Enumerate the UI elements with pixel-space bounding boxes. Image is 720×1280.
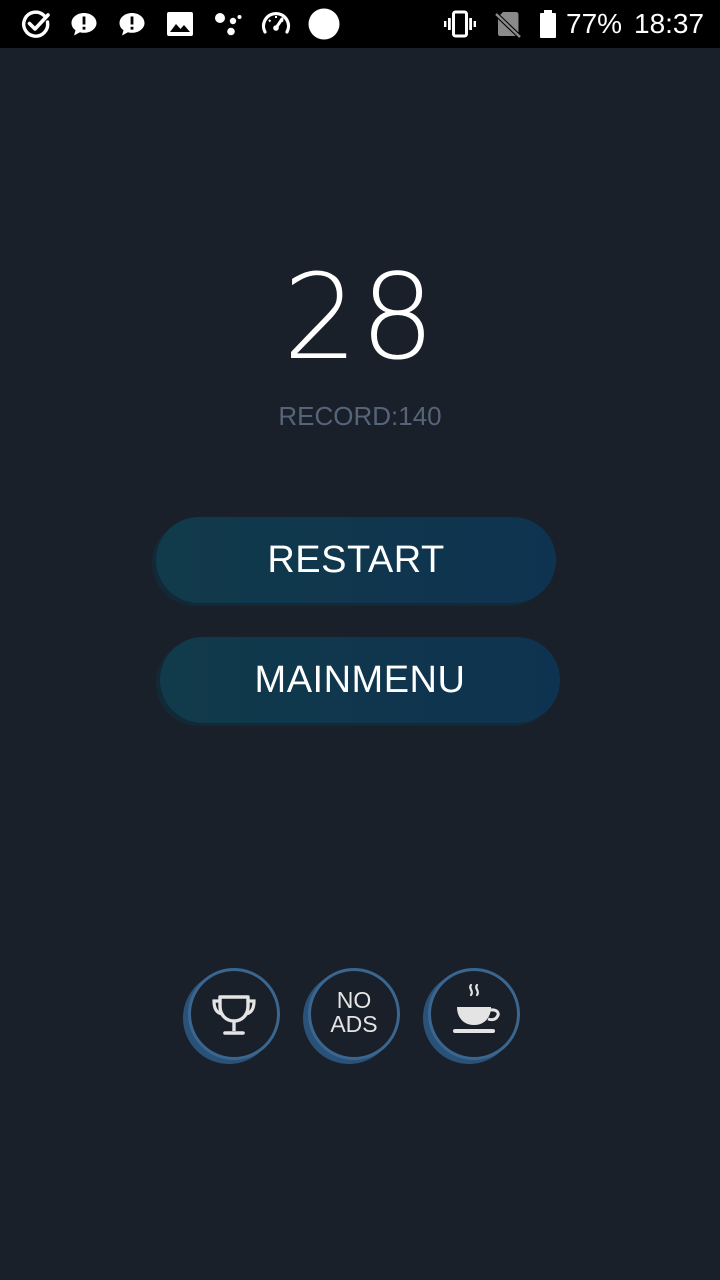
trophy-icon	[212, 995, 256, 1035]
battery-icon	[532, 8, 564, 40]
message-icon	[68, 8, 100, 40]
record-score: RECORD:140	[278, 401, 442, 431]
circle-icon	[308, 8, 340, 40]
speedometer-icon	[260, 8, 292, 40]
leaderboard-button[interactable]	[188, 968, 280, 1060]
no-ads-button[interactable]: NO ADS	[308, 968, 400, 1060]
message-icon	[116, 8, 148, 40]
no-sim-icon	[492, 8, 524, 40]
coffee-cup-icon	[453, 983, 500, 1033]
battery-percent: 77%	[566, 8, 623, 39]
no-ads-label-line2: ADS	[330, 1011, 378, 1037]
no-ads-label: NO ADS	[311, 988, 397, 1036]
restart-button[interactable]: RESTART	[156, 517, 556, 603]
current-score: 28	[282, 248, 438, 386]
clock: 18:37	[634, 8, 705, 39]
status-bar: 77% 18:37	[0, 0, 720, 48]
image-icon	[164, 8, 196, 40]
vibrate-icon	[444, 8, 476, 40]
no-ads-label-line1: NO	[336, 987, 372, 1013]
assistant-icon	[212, 8, 244, 40]
check-circle-icon	[20, 8, 52, 40]
donate-coffee-button[interactable]	[428, 968, 520, 1060]
main-menu-button[interactable]: MAINMENU	[160, 637, 560, 723]
